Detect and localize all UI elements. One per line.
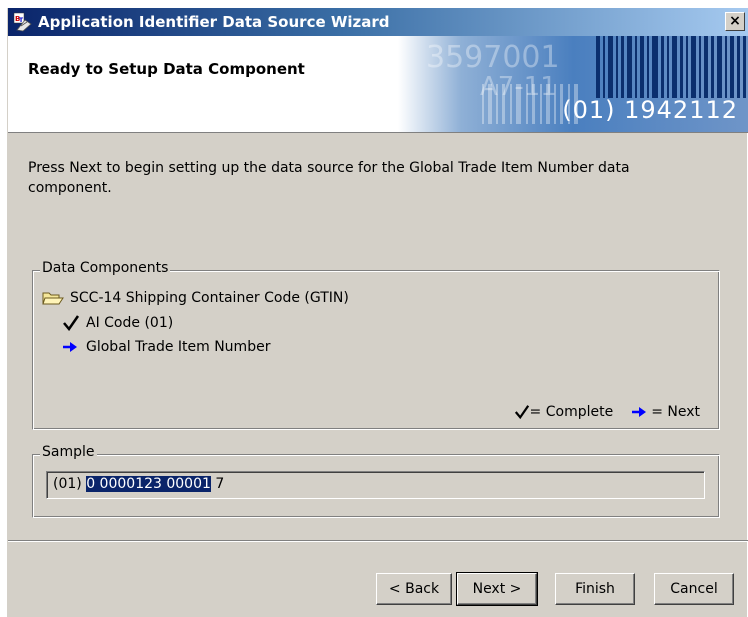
sample-prefix: (01) bbox=[53, 476, 87, 492]
data-components-group: Data Components SCC-14 Shipping Containe… bbox=[32, 260, 720, 430]
button-separator bbox=[8, 540, 748, 542]
legend-complete-label: = Complete bbox=[529, 404, 614, 420]
wizard-header: Ready to Setup Data Component 3597001 A7… bbox=[8, 36, 748, 133]
tree-root-label: SCC-14 Shipping Container Code (GTIN) bbox=[70, 290, 349, 306]
finish-button[interactable]: Finish bbox=[555, 573, 635, 605]
legend-next-label: = Next bbox=[651, 404, 700, 420]
close-icon: × bbox=[729, 13, 741, 29]
tree-item-label: Global Trade Item Number bbox=[86, 339, 271, 355]
title-bar[interactable]: B T Application Identifier Data Source W… bbox=[8, 8, 748, 36]
sample-label: Sample bbox=[40, 444, 97, 460]
cancel-button[interactable]: Cancel bbox=[654, 573, 734, 605]
close-button[interactable]: × bbox=[725, 12, 745, 31]
check-icon bbox=[514, 405, 529, 420]
arrow-right-icon bbox=[632, 407, 647, 417]
tree-item-gtin[interactable]: Global Trade Item Number bbox=[62, 337, 270, 357]
sample-selected-text: 0 0000123 00001 bbox=[86, 476, 211, 492]
back-button[interactable]: < Back bbox=[376, 573, 452, 605]
tree-item-label: AI Code (01) bbox=[86, 315, 174, 331]
page-title: Ready to Setup Data Component bbox=[28, 60, 305, 78]
arrow-right-icon bbox=[63, 342, 77, 352]
folder-open-icon bbox=[42, 292, 64, 305]
barcode-banner: 3597001 A7-11 (01) 1942112 bbox=[398, 36, 748, 132]
app-icon: B T bbox=[13, 12, 32, 32]
banner-ghost-number: 3597001 bbox=[426, 40, 560, 75]
banner-ghost-code: A7-11 bbox=[480, 72, 557, 102]
tree-root-item[interactable]: SCC-14 Shipping Container Code (GTIN) bbox=[42, 288, 349, 308]
window-title: Application Identifier Data Source Wizar… bbox=[38, 13, 390, 31]
instruction-text: Press Next to begin setting up the data … bbox=[28, 160, 630, 196]
sample-field[interactable]: (01) 0 0000123 00001 7 bbox=[46, 471, 705, 499]
wizard-window: B T Application Identifier Data Source W… bbox=[7, 8, 748, 617]
sample-suffix: 7 bbox=[210, 476, 225, 492]
data-components-label: Data Components bbox=[40, 260, 171, 276]
sample-group: Sample (01) 0 0000123 00001 7 bbox=[32, 444, 720, 518]
status-legend: = Complete = Next bbox=[514, 404, 700, 420]
banner-ai-number: (01) 1942112 bbox=[562, 96, 738, 124]
tree-item-ai-code[interactable]: AI Code (01) bbox=[62, 313, 173, 333]
check-icon bbox=[63, 315, 80, 331]
next-button[interactable]: Next > bbox=[456, 572, 538, 606]
